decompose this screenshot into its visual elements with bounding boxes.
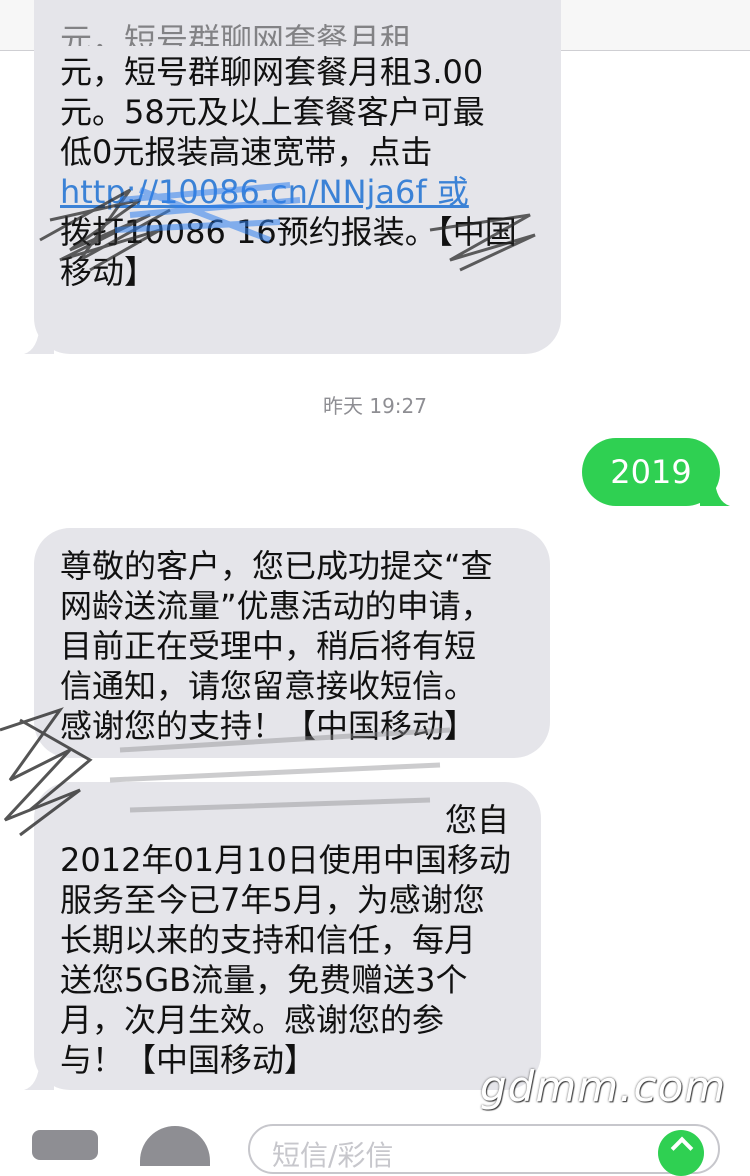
message-line: 服务至今已7年5月，为感谢您 (60, 881, 485, 919)
message-input-placeholder: 短信/彩信 (272, 1139, 394, 1172)
message-line: 送您5GB流量，免费赠送3个 (60, 961, 468, 999)
incoming-message-bubble[interactable]: 元，短号群聊网套餐月租 元，短号群聊网套餐月租3.00 元。58元及以上套餐客户… (24, 0, 561, 354)
timestamp: 昨天 19:27 (323, 394, 427, 418)
message-text: 2019 (610, 453, 692, 491)
outgoing-message-bubble[interactable]: 2019 (582, 438, 730, 506)
watermark: gdmm.com (480, 1062, 727, 1111)
message-line: 目前正在受理中，稍后将有短 (60, 627, 477, 665)
message-line: 尊敬的客户，您已成功提交“查 (60, 547, 493, 585)
message-line: 元，短号群聊网套餐月租3.00 (60, 53, 484, 91)
bubble-tail-icon (24, 1060, 54, 1090)
message-text: 元，短号群聊网套餐月租3.00 元。58元及以上套餐客户可最 低0元报装高速宽带… (60, 52, 517, 292)
bubble-tail-icon (700, 476, 730, 506)
message-line: 2012年01月10日使用中国移动 (60, 841, 511, 879)
camera-icon[interactable] (32, 1130, 98, 1160)
message-line: 感谢您的支持！【中国移动】 (60, 707, 477, 745)
incoming-message-bubble[interactable]: 您自 2012年01月10日使用中国移动 服务至今已7年5月，为感谢您 长期以来… (24, 782, 541, 1090)
message-line: 移动】 (60, 253, 157, 291)
message-line: 网龄送流量”优惠活动的申请， (60, 587, 493, 625)
message-line: 与！【中国移动】 (60, 1041, 317, 1079)
bubble-tail-icon (24, 324, 54, 354)
message-link-line[interactable]: http://10086.cn/NNja6f 或 (60, 172, 517, 212)
send-arrow-icon[interactable] (658, 1130, 704, 1176)
message-line: 拨打10086 16预约报装。【中国 (60, 213, 517, 251)
message-line: 月，次月生效。感谢您的参 (60, 1001, 445, 1039)
message-line: 元。58元及以上套餐客户可最 (60, 93, 485, 131)
cut-off-line: 元，短号群聊网套餐月租 (60, 21, 413, 46)
message-line: 低0元报装高速宽带，点击 (60, 133, 433, 171)
message-line: 您自 (444, 801, 509, 839)
incoming-message-bubble[interactable]: 尊敬的客户，您已成功提交“查 网龄送流量”优惠活动的申请， 目前正在受理中，稍后… (34, 528, 550, 758)
message-line: 信通知，请您留意接收短信。 (60, 667, 477, 705)
message-line: 长期以来的支持和信任，每月 (60, 921, 477, 959)
